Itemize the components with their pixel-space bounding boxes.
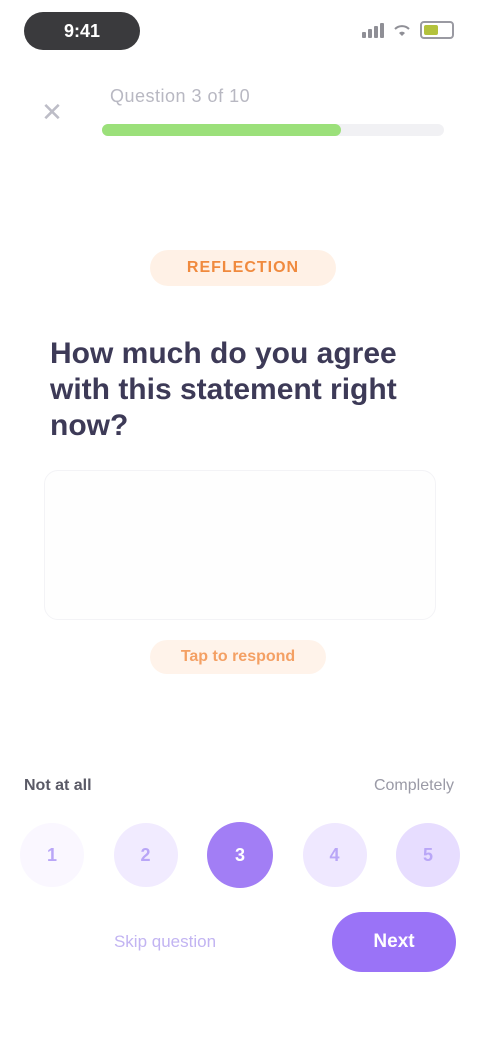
status-icons <box>362 18 454 42</box>
progress-bar <box>102 124 444 136</box>
signal-icon <box>362 22 384 38</box>
next-button[interactable]: Next <box>332 912 456 972</box>
question-text: How much do you agree with this statemen… <box>50 337 397 442</box>
hint-pill: Tap to respond <box>150 640 326 674</box>
battery-level <box>424 25 438 35</box>
status-bar: 9:41 <box>0 0 480 64</box>
close-button[interactable]: ✕ <box>32 92 72 132</box>
survey-screen: 9:41 ✕ Question 3 of 10 REFLECTION How m… <box>0 0 480 1040</box>
skip-button[interactable]: Skip question <box>100 922 230 962</box>
scale-high-label: Completely <box>373 777 454 794</box>
rating-scale: 1 2 3 4 5 <box>20 820 460 890</box>
progress-label: Question 3 of 10 <box>110 86 251 106</box>
question-illustration <box>44 470 436 620</box>
close-icon: ✕ <box>41 96 63 127</box>
progress-fill <box>102 124 342 136</box>
question-category-badge: REFLECTION <box>150 250 336 286</box>
rating-option-1[interactable]: 1 <box>20 823 84 887</box>
header: ✕ Question 3 of 10 <box>0 80 480 160</box>
scale-labels: Not at all Completely <box>24 774 454 798</box>
rating-option-2[interactable]: 2 <box>113 823 178 887</box>
rating-option-3[interactable]: 3 <box>207 822 273 888</box>
wifi-icon <box>394 25 410 36</box>
rating-option-5[interactable]: 5 <box>396 823 460 887</box>
battery-icon <box>420 21 454 39</box>
scale-low-label: Not at all <box>24 777 92 794</box>
status-time: 9:41 <box>24 12 140 50</box>
rating-option-4[interactable]: 4 <box>302 823 367 887</box>
